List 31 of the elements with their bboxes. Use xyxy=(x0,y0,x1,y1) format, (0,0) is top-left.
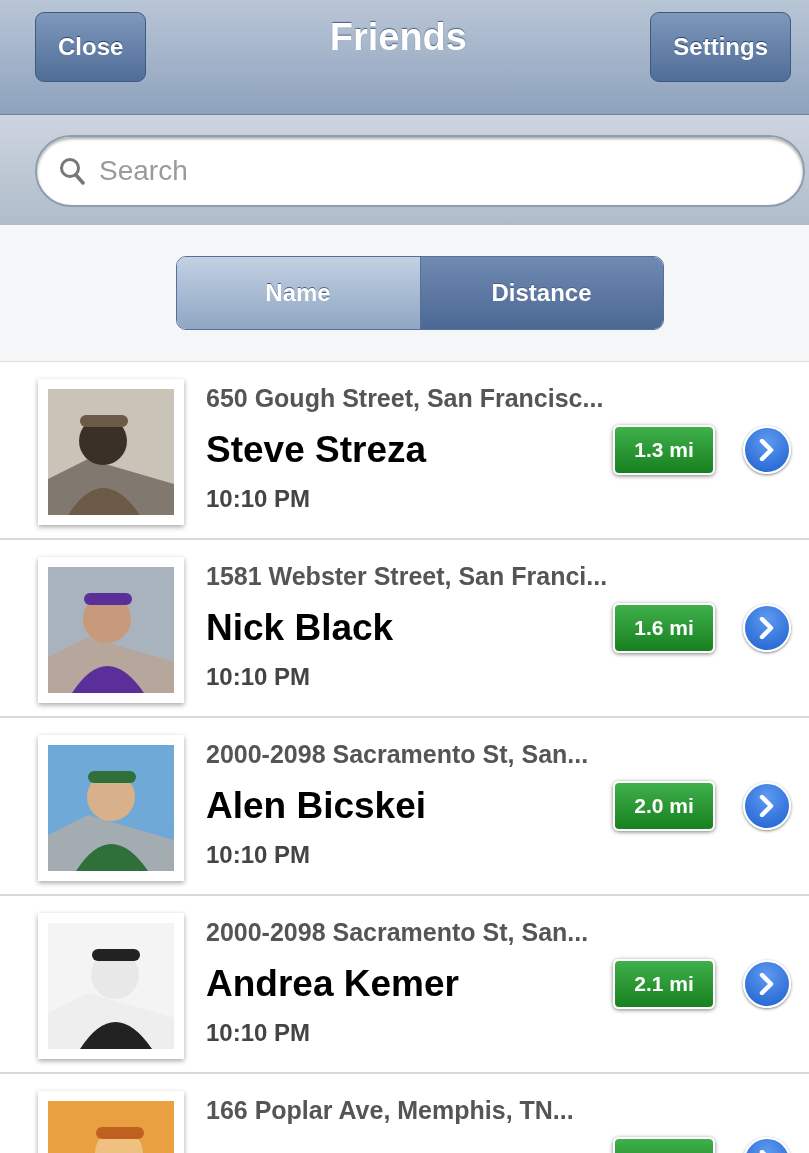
distance-badge: 2.0 mi xyxy=(613,781,715,831)
distance-badge: 2.1 mi xyxy=(613,959,715,1009)
address-text: 650 Gough Street, San Francisc... xyxy=(206,384,605,413)
close-button[interactable]: Close xyxy=(35,12,147,82)
friend-name: Steve Streza xyxy=(206,429,428,471)
detail-disclosure-button[interactable] xyxy=(743,960,791,1008)
detail-disclosure-button[interactable] xyxy=(743,604,791,652)
address-text: 1581 Webster Street, San Franci... xyxy=(206,562,609,591)
sort-tab[interactable]: Distance xyxy=(419,257,663,329)
address-text: 2000-2098 Sacramento St, San... xyxy=(206,918,590,947)
settings-button[interactable]: Settings xyxy=(650,12,791,82)
distance-badge: 1.3 mi xyxy=(613,425,715,475)
chevron-icon xyxy=(759,617,775,639)
address-text: 2000-2098 Sacramento St, San... xyxy=(206,740,590,769)
detail-disclosure-button[interactable] xyxy=(743,782,791,830)
chevron-icon xyxy=(759,973,775,995)
update-time: 10:10 PM xyxy=(206,841,312,869)
update-time: 10:10 PM xyxy=(206,1019,312,1047)
update-time: 10:10 PM xyxy=(206,485,312,513)
friend-name: Andrea Kemer xyxy=(206,963,460,1005)
screen-title: Friends xyxy=(329,15,467,59)
friend-name: Alen Bicskei xyxy=(206,785,428,827)
address-text: 166 Poplar Ave, Memphis, TN... xyxy=(206,1096,575,1125)
distance-badge: 1.6 mi xyxy=(613,603,715,653)
search-icon xyxy=(59,157,85,185)
chevron-icon xyxy=(759,795,775,817)
detail-disclosure-button[interactable] xyxy=(743,426,791,474)
update-time: 10:10 PM xyxy=(206,663,312,691)
friend-name: Nick Black xyxy=(206,607,395,649)
chevron-icon xyxy=(759,439,775,461)
search-field[interactable]: Search xyxy=(35,135,805,207)
